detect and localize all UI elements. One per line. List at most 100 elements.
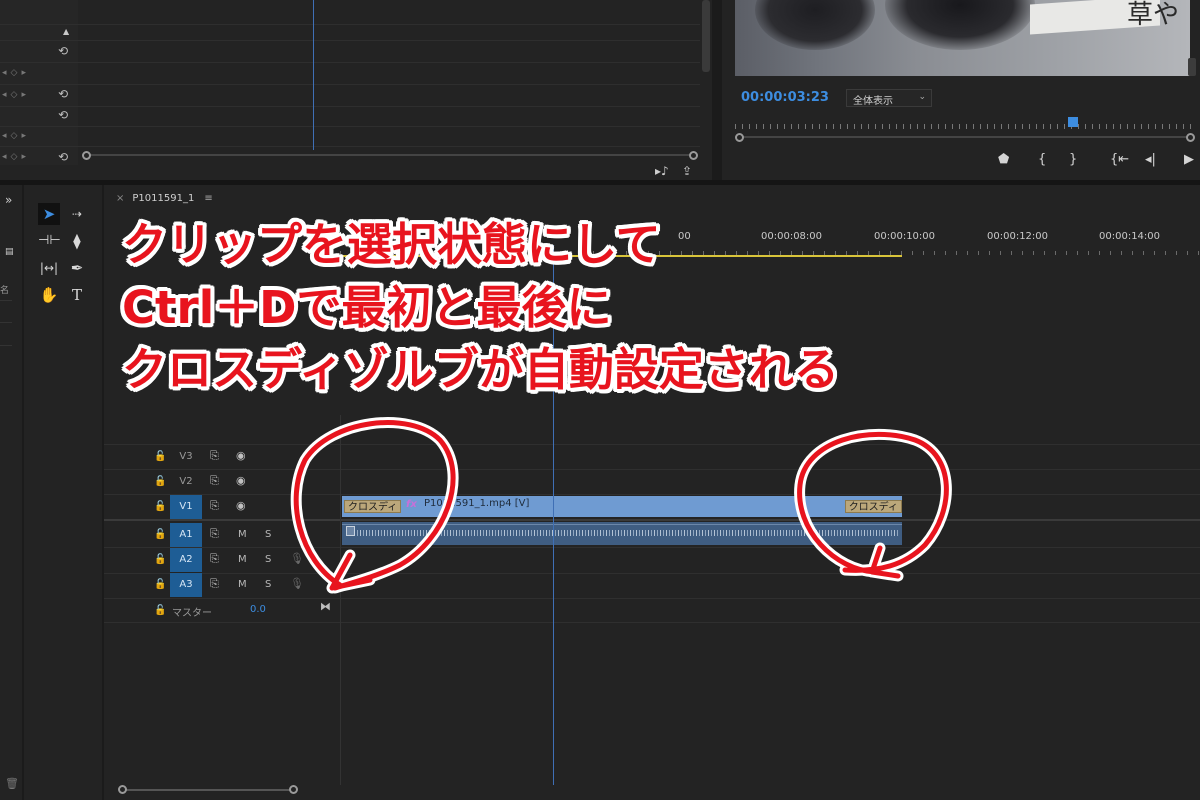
keyframe-nav-icon[interactable]: ◂◇▸ <box>2 90 30 100</box>
timeline-zoom-scrollbar[interactable] <box>118 785 298 795</box>
track-name[interactable]: A2 <box>170 548 202 572</box>
row-divider <box>0 84 700 85</box>
track-name[interactable]: V2 <box>170 470 202 494</box>
zoom-level-select[interactable]: 全体表示 ⌄ <box>846 89 932 107</box>
scroll-handle-left[interactable] <box>82 151 91 160</box>
row-divider <box>0 62 700 63</box>
eye-icon[interactable]: ◉ <box>236 499 246 512</box>
horizontal-zoom-scrollbar[interactable] <box>82 151 698 160</box>
video-preview: 草や <box>735 0 1190 76</box>
keyframe-nav-icon[interactable]: ◂◇▸ <box>2 131 30 141</box>
sync-lock-icon[interactable]: ⎘ <box>210 552 219 566</box>
scroll-handle-right[interactable] <box>289 785 298 794</box>
marker-icon[interactable]: ⬟ <box>998 152 1009 167</box>
close-icon[interactable]: × <box>116 193 124 204</box>
panel-expand-icon[interactable]: » <box>5 193 12 207</box>
go-to-in-icon[interactable]: {⇤ <box>1110 152 1129 167</box>
scroll-handle-right[interactable] <box>1186 133 1195 142</box>
cross-dissolve-start[interactable]: クロスディ <box>344 500 402 513</box>
hand-tool-icon[interactable]: ✋ <box>38 284 60 306</box>
mute-button[interactable]: M <box>238 554 247 565</box>
solo-button[interactable]: S <box>265 529 271 540</box>
scroll-handle-right[interactable] <box>689 151 698 160</box>
reset-icon[interactable]: ⟲ <box>58 150 68 164</box>
keyframe-nav-icon[interactable]: ◂◇▸ <box>2 68 30 78</box>
lock-icon[interactable]: 🔓 <box>154 579 166 590</box>
row-divider <box>0 106 700 107</box>
go-to-end-icon[interactable]: ⧓ <box>320 600 331 613</box>
export-icon[interactable]: ⇪ <box>682 164 692 178</box>
video-clip[interactable]: クロスディ fx P1011591_1.mp4 [V] クロスディ <box>342 496 902 517</box>
keyframe-nav-icon[interactable]: ◂◇▸ <box>2 152 30 162</box>
track-name[interactable]: A3 <box>170 573 202 597</box>
vertical-scrollbar[interactable] <box>702 0 710 72</box>
sync-lock-icon[interactable]: ⎘ <box>210 527 219 541</box>
solo-button[interactable]: S <box>265 554 271 565</box>
reset-icon[interactable]: ⟲ <box>58 108 68 122</box>
audio-clip[interactable] <box>342 522 902 545</box>
scroll-handle-left[interactable] <box>735 133 744 142</box>
project-panel-edge: » ▤ 名 🗑 <box>0 185 22 800</box>
lock-icon[interactable]: 🔓 <box>154 605 166 616</box>
mute-button[interactable]: M <box>238 529 247 540</box>
mute-button[interactable]: M <box>238 579 247 590</box>
effect-playhead[interactable] <box>313 0 314 150</box>
type-tool-icon[interactable]: T <box>66 284 88 306</box>
monitor-zoom-scrollbar[interactable] <box>735 133 1195 142</box>
master-volume-value[interactable]: 0.0 <box>250 604 266 615</box>
audio-filter-icon[interactable]: ▸♪ <box>655 164 669 178</box>
video-overlay-text: 草や <box>1127 0 1180 30</box>
annotation-line-3: クロスディゾルブが自動設定される <box>122 343 839 396</box>
ruler-label: 00:00:12:00 <box>987 231 1049 242</box>
track-name[interactable]: V1 <box>170 495 202 519</box>
row-divider <box>0 24 700 25</box>
razor-tool-icon[interactable]: ⧫ <box>66 230 88 252</box>
sync-lock-icon[interactable]: ⎘ <box>210 499 219 513</box>
microphone-icon[interactable]: 🎙 <box>290 577 304 590</box>
in-point-icon[interactable]: { <box>1038 152 1046 167</box>
scroll-handle-left[interactable] <box>118 785 127 794</box>
monitor-time-ruler[interactable] <box>735 118 1195 130</box>
selection-tool-icon[interactable]: ➤ <box>38 203 60 225</box>
playhead-timecode[interactable]: 00:00:03:23 <box>741 90 829 105</box>
track-select-tool-icon[interactable]: ⇢ <box>66 203 88 225</box>
track-name[interactable]: A1 <box>170 523 202 547</box>
solo-button[interactable]: S <box>265 579 271 590</box>
lock-icon[interactable]: 🔓 <box>154 554 166 565</box>
pen-tool-icon[interactable]: ✒ <box>66 257 88 279</box>
play-icon[interactable]: ▶ <box>1184 152 1194 167</box>
row-divider <box>0 40 700 41</box>
monitor-scrollbar[interactable] <box>1188 58 1196 76</box>
collapse-arrow-icon[interactable]: ▲ <box>63 27 69 36</box>
ripple-edit-tool-icon[interactable]: ⊣⊢ <box>38 230 61 252</box>
sync-lock-icon[interactable]: ⎘ <box>210 474 219 488</box>
sync-lock-icon[interactable]: ⎘ <box>210 449 219 463</box>
menu-icon[interactable]: ≡ <box>204 193 212 204</box>
annotation-line-2: Ctrl＋Dで最初と最後に <box>122 281 612 334</box>
track-header-v3: 🔓 V3 ⎘ ◉ <box>104 445 340 470</box>
track-name[interactable]: V3 <box>170 445 202 469</box>
tab-sequence[interactable]: × P1011591_1 ≡ <box>116 193 213 204</box>
track-header-a3: 🔓 A3 ⎘ M S 🎙 <box>104 573 340 598</box>
slip-tool-icon[interactable]: |↔| <box>38 257 60 279</box>
out-point-icon[interactable]: } <box>1069 152 1077 167</box>
sync-lock-icon[interactable]: ⎘ <box>210 577 219 591</box>
reset-icon[interactable]: ⟲ <box>58 44 68 58</box>
master-track-label: マスター <box>172 608 212 619</box>
eye-icon[interactable]: ◉ <box>236 449 246 462</box>
list-icon[interactable]: ▤ <box>5 247 14 257</box>
step-back-icon[interactable]: ◂| <box>1145 152 1156 167</box>
track-header-a2: 🔓 A2 ⎘ M S 🎙 <box>104 548 340 573</box>
track-header-v2: 🔓 V2 ⎘ ◉ <box>104 470 340 495</box>
ruler-label: 00:00:08:00 <box>761 231 823 242</box>
cross-dissolve-end[interactable]: クロスディ <box>844 500 902 513</box>
reset-icon[interactable]: ⟲ <box>58 87 68 101</box>
microphone-icon[interactable]: 🎙 <box>290 552 304 565</box>
trash-icon[interactable]: 🗑 <box>5 777 19 790</box>
eye-icon[interactable]: ◉ <box>236 474 246 487</box>
lock-icon[interactable]: 🔓 <box>154 529 166 540</box>
lock-icon[interactable]: 🔓 <box>154 476 166 487</box>
monitor-playhead[interactable] <box>1068 117 1078 127</box>
lock-icon[interactable]: 🔓 <box>154 451 166 462</box>
lock-icon[interactable]: 🔓 <box>154 501 166 512</box>
